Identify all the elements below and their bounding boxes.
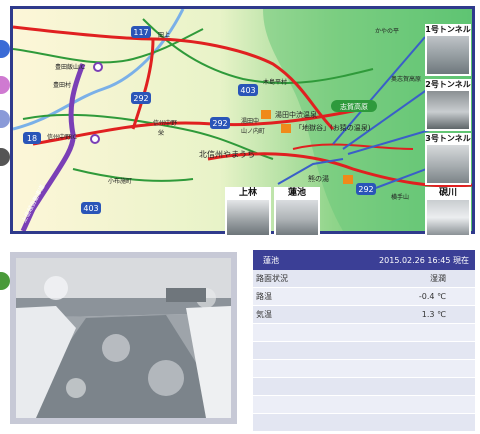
place-label: 熊の湯 bbox=[308, 174, 329, 183]
row-value: -0.4 ℃ bbox=[418, 292, 446, 301]
camera-image bbox=[427, 145, 469, 183]
place-label: 奥志賀高原 bbox=[391, 75, 421, 83]
place-label: 湯田中渋温泉 bbox=[275, 110, 317, 119]
side-nav-button[interactable] bbox=[0, 110, 10, 128]
table-row bbox=[253, 342, 475, 360]
camera-thumb-tunnel-1[interactable]: 1号トンネル bbox=[425, 24, 471, 76]
place-label: 「地獄谷」(お猿の温泉) bbox=[295, 123, 371, 132]
place-label: 豊田飯山IC bbox=[55, 63, 85, 71]
camera-label: 3号トンネル bbox=[425, 134, 471, 143]
svg-text:292: 292 bbox=[133, 94, 148, 103]
onsen-icon bbox=[343, 175, 353, 184]
camera-label: 1号トンネル bbox=[425, 25, 471, 34]
camera-view-panel bbox=[10, 252, 237, 424]
road-map: 117 292 403 18 292 292 403 豊田飯山IC 豊田村 田上… bbox=[10, 6, 475, 237]
camera-thumb-suzurigawa[interactable]: 硯川 bbox=[425, 187, 471, 237]
camera-image bbox=[427, 91, 469, 129]
road-info-table: 蓮池 2015.02.26 16:45 現在 路面状況 湿潤 路温 -0.4 ℃ 気… bbox=[253, 250, 475, 432]
ic-marker-icon bbox=[93, 62, 103, 72]
camera-live-image bbox=[16, 258, 231, 418]
place-badge: 志賀高原 bbox=[331, 100, 377, 112]
place-label: 北信州やまうち bbox=[199, 149, 255, 159]
ic-marker-icon bbox=[90, 134, 100, 144]
route-badge: 117 bbox=[131, 26, 151, 38]
camera-image bbox=[427, 200, 469, 235]
place-label: 田上 bbox=[158, 31, 170, 39]
route-badge: 292 bbox=[210, 117, 230, 129]
onsen-icon bbox=[261, 110, 271, 119]
camera-label: 硯川 bbox=[438, 188, 457, 198]
place-label: かやの平 bbox=[375, 27, 399, 35]
svg-text:403: 403 bbox=[240, 86, 255, 95]
camera-thumb-kanbayashi[interactable]: 上林 bbox=[225, 187, 271, 237]
svg-text:志賀高原: 志賀高原 bbox=[340, 102, 368, 111]
row-value: 湿潤 bbox=[430, 274, 446, 283]
place-label: 栄 bbox=[158, 129, 164, 137]
camera-thumb-tunnel-2[interactable]: 2号トンネル bbox=[425, 79, 471, 131]
route-badge: 292 bbox=[131, 92, 151, 104]
row-label: 路温 bbox=[256, 292, 272, 301]
camera-thumb-tunnel-3[interactable]: 3号トンネル bbox=[425, 133, 471, 185]
place-label: 横手山 bbox=[391, 193, 409, 201]
place-label: 木島平村 bbox=[263, 78, 287, 86]
camera-thumb-hasuike[interactable]: 蓮池 bbox=[274, 187, 320, 237]
table-row bbox=[253, 414, 475, 432]
route-badge: 292 bbox=[356, 183, 376, 195]
side-nav-button[interactable] bbox=[0, 76, 10, 94]
camera-label: 蓮池 bbox=[287, 188, 306, 198]
camera-label: 2号トンネル bbox=[425, 80, 471, 89]
place-label: 信州中野IC bbox=[47, 133, 77, 141]
table-row: 気温 1.3 ℃ bbox=[253, 306, 475, 324]
table-row bbox=[253, 324, 475, 342]
onsen-icon bbox=[281, 124, 291, 133]
place-label: 山ノ内町 bbox=[241, 127, 265, 135]
svg-text:18: 18 bbox=[27, 134, 37, 143]
svg-text:117: 117 bbox=[133, 28, 148, 37]
camera-image bbox=[276, 200, 318, 235]
table-row bbox=[253, 396, 475, 414]
location-name: 蓮池 bbox=[263, 255, 279, 265]
row-label: 路面状況 bbox=[256, 274, 288, 283]
row-label: 気温 bbox=[256, 310, 272, 319]
row-value: 1.3 ℃ bbox=[421, 310, 446, 319]
place-label: 湯田中 bbox=[241, 117, 259, 125]
camera-label: 上林 bbox=[238, 188, 257, 198]
timestamp: 2015.02.26 16:45 現在 bbox=[379, 255, 469, 265]
side-nav-button[interactable] bbox=[0, 148, 10, 166]
table-row bbox=[253, 360, 475, 378]
camera-image bbox=[427, 36, 469, 74]
place-label: 信州中野 bbox=[153, 119, 177, 127]
info-header: 蓮池 2015.02.26 16:45 現在 bbox=[253, 250, 475, 270]
place-label: 豊田村 bbox=[53, 81, 71, 89]
table-row: 路面状況 湿潤 bbox=[253, 270, 475, 288]
svg-text:292: 292 bbox=[358, 185, 373, 194]
place-label: 小布施町 bbox=[108, 177, 132, 185]
camera-image bbox=[227, 200, 269, 235]
side-nav-button[interactable] bbox=[0, 40, 10, 58]
table-row bbox=[253, 378, 475, 396]
route-badge: 403 bbox=[81, 202, 101, 214]
route-badge: 18 bbox=[23, 132, 41, 144]
table-row: 路温 -0.4 ℃ bbox=[253, 288, 475, 306]
svg-text:292: 292 bbox=[212, 119, 227, 128]
route-badge: 403 bbox=[238, 84, 258, 96]
svg-text:403: 403 bbox=[83, 204, 98, 213]
side-nav-button[interactable] bbox=[0, 272, 10, 290]
